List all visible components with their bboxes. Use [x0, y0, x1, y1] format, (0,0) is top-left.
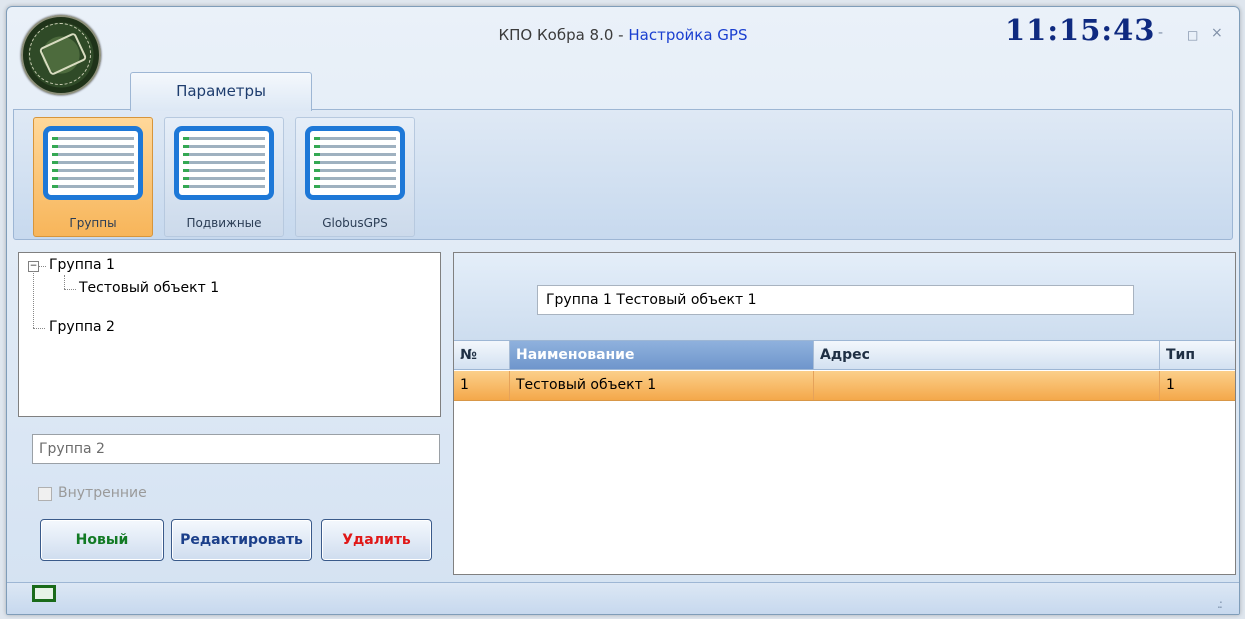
new-button[interactable]: Новый — [40, 519, 164, 561]
objects-panel-header: Группа 1 Тестовый объект 1 — [454, 253, 1235, 340]
selected-path-field[interactable]: Группа 1 Тестовый объект 1 — [537, 285, 1134, 315]
objects-table-header: № Наименование Адрес Тип — [454, 340, 1235, 370]
group-name-input[interactable]: Группа 2 — [32, 434, 440, 464]
column-header-type[interactable]: Тип — [1160, 341, 1235, 369]
column-header-number[interactable]: № — [454, 341, 510, 369]
cell-name: Тестовый объект 1 — [510, 371, 814, 400]
app-window: КПО Кобра 8.0 - Настройка GPS 11:15:43 -… — [6, 6, 1240, 615]
ribbon-button-label: Подвижные — [186, 216, 262, 230]
minimize-button[interactable]: - — [1158, 25, 1163, 41]
group-tree[interactable]: − Группа 1 Тестовый объект 1 Группа 2 — [18, 252, 441, 417]
ribbon-button-mobile[interactable]: Подвижные — [164, 117, 284, 237]
cell-type: 1 — [1166, 377, 1175, 393]
close-button[interactable]: × — [1211, 25, 1223, 41]
table-row[interactable]: 1 Тестовый объект 1 1 — [454, 371, 1235, 401]
tab-parameters-label: Параметры — [176, 82, 266, 100]
tree-line — [33, 328, 45, 329]
ribbon-button-label: Группы — [69, 216, 117, 230]
window-title-app: КПО Кобра 8.0 - — [498, 26, 629, 44]
maximize-button[interactable]: □ — [1187, 28, 1198, 42]
monitor-icon — [43, 126, 143, 200]
tree-node-group-2[interactable]: Группа 2 — [49, 319, 115, 335]
monitor-icon — [174, 126, 274, 200]
ribbon-panel: Группы Подвижные GlobusGPS — [13, 109, 1233, 240]
objects-panel: Группа 1 Тестовый объект 1 № Наименовани… — [453, 252, 1236, 575]
status-indicator-icon — [32, 585, 56, 602]
cell-number: 1 — [454, 371, 510, 400]
resize-grip-icon[interactable]: .: — [1217, 597, 1223, 611]
tree-line — [64, 289, 76, 290]
clock: 11:15:43 — [1005, 13, 1156, 47]
tree-line — [39, 266, 46, 267]
internal-checkbox-label: Внутренние — [58, 485, 147, 501]
status-bar — [7, 582, 1239, 614]
edit-button[interactable]: Редактировать — [171, 519, 312, 561]
monitor-icon — [305, 126, 405, 200]
ribbon-button-label: GlobusGPS — [322, 216, 388, 230]
window-title-section: Настройка GPS — [628, 26, 748, 44]
delete-button[interactable]: Удалить — [321, 519, 432, 561]
ribbon-button-globusgps[interactable]: GlobusGPS — [295, 117, 415, 237]
column-header-address[interactable]: Адрес — [814, 341, 1160, 369]
tab-parameters[interactable]: Параметры — [130, 72, 312, 111]
tree-node-test-object-1[interactable]: Тестовый объект 1 — [79, 280, 219, 296]
tree-line — [64, 275, 65, 289]
ribbon-button-groups[interactable]: Группы — [33, 117, 153, 237]
tree-node-group-1[interactable]: Группа 1 — [49, 257, 115, 273]
internal-checkbox[interactable] — [38, 487, 52, 501]
cell-address — [814, 371, 1160, 400]
title-bar: КПО Кобра 8.0 - Настройка GPS 11:15:43 -… — [7, 7, 1239, 73]
tree-line — [33, 271, 34, 328]
company-logo-icon — [21, 15, 101, 95]
column-header-name[interactable]: Наименование — [510, 341, 814, 369]
